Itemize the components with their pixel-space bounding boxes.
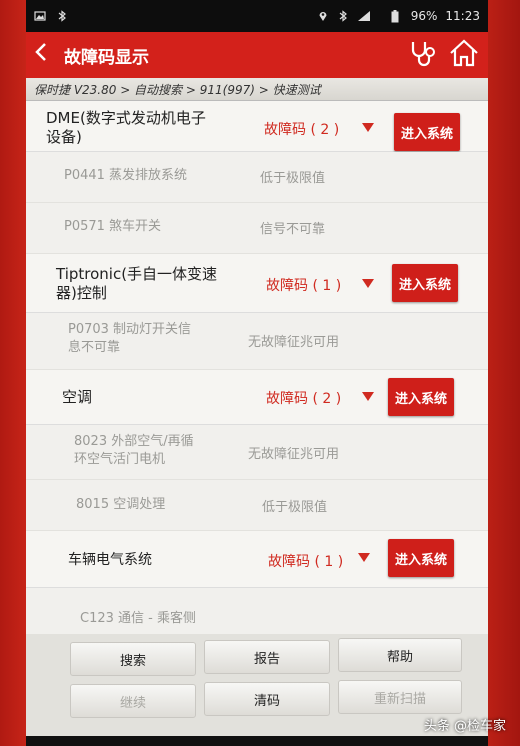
system-name: 空调 — [62, 388, 93, 406]
system-row-tiptronic: Tiptronic(手自一体变速 器)控制 故障码 ( 1 ) 进入系统 — [26, 254, 488, 313]
fault-code-row: P0441 蒸发排放系统 低于极限值 — [26, 152, 488, 203]
fault-status: 无故障征兆可用 — [248, 447, 340, 462]
signal-icon — [357, 10, 370, 22]
fault-count: 故障码 ( 2 ) — [266, 391, 342, 407]
dropdown-arrow-icon[interactable] — [358, 553, 370, 562]
android-nav-bar — [26, 736, 488, 746]
dropdown-arrow-icon[interactable] — [362, 123, 374, 132]
screen: 96% 11:23 故障码显示 保时捷 V23.80 > 自动搜索 > 911(… — [26, 0, 488, 746]
system-row-vehicle-electrical: 车辆电气系统 故障码 ( 1 ) 进入系统 — [26, 531, 488, 588]
dropdown-arrow-icon[interactable] — [362, 392, 374, 401]
fault-code-row: 8023 外部空气/再循 环空气活门电机 无故障征兆可用 — [26, 425, 488, 480]
bottom-toolbar: 搜索 报告 帮助 继续 清码 重新扫描 — [26, 634, 488, 746]
fault-code-row: 8015 空调处理 低于极限值 — [26, 480, 488, 531]
breadcrumb: 保时捷 V23.80 > 自动搜索 > 911(997) > 快速测试 — [26, 78, 488, 101]
arrow-left-icon[interactable] — [34, 42, 58, 68]
fault-code-row: C123 通信 - 乘客侧 — [26, 588, 488, 634]
enter-system-button[interactable]: 进入系统 — [392, 264, 458, 302]
fault-count: 故障码 ( 1 ) — [266, 278, 342, 294]
system-row-air-conditioning: 空调 故障码 ( 2 ) 进入系统 — [26, 370, 488, 425]
fault-count: 故障码 ( 2 ) — [264, 122, 340, 138]
clear-codes-button[interactable]: 清码 — [204, 682, 330, 716]
fault-code: C123 通信 - 乘客侧 — [80, 611, 196, 626]
enter-system-button[interactable]: 进入系统 — [388, 539, 454, 577]
fault-code: P0703 制动灯开关信 息不可靠 — [68, 322, 192, 355]
bluetooth-icon — [337, 10, 349, 22]
enter-system-button[interactable]: 进入系统 — [394, 113, 460, 151]
fault-code: 8023 外部空气/再循 环空气活门电机 — [74, 434, 194, 467]
clock: 11:23 — [445, 9, 480, 23]
fault-code-row: P0571 煞车开关 信号不可靠 — [26, 203, 488, 254]
page-title: 故障码显示 — [64, 47, 149, 68]
fault-list: DME(数字式发动机电子 设备) 故障码 ( 2 ) 进入系统 P0441 蒸发… — [26, 101, 488, 634]
battery-icon — [391, 10, 403, 23]
home-icon[interactable] — [448, 38, 480, 72]
fault-code: P0441 蒸发排放系统 — [64, 168, 188, 183]
title-bar: 故障码显示 — [26, 32, 488, 78]
system-name: Tiptronic(手自一体变速 器)控制 — [56, 265, 218, 302]
fault-count: 故障码 ( 1 ) — [268, 554, 344, 570]
help-button[interactable]: 帮助 — [338, 638, 462, 672]
search-button[interactable]: 搜索 — [70, 642, 196, 676]
dropdown-arrow-icon[interactable] — [362, 279, 374, 288]
rescan-button[interactable]: 重新扫描 — [338, 680, 462, 714]
battery-percent: 96% — [410, 9, 438, 23]
fault-code: 8015 空调处理 — [76, 497, 166, 512]
status-bar: 96% 11:23 — [26, 0, 488, 32]
fault-code: P0571 煞车开关 — [64, 219, 162, 234]
fault-status: 低于极限值 — [260, 171, 326, 186]
bluetooth-icon — [56, 10, 68, 22]
continue-button[interactable]: 继续 — [70, 684, 196, 718]
enter-system-button[interactable]: 进入系统 — [388, 378, 454, 416]
stethoscope-icon[interactable] — [408, 38, 438, 72]
fault-code-row: P0703 制动灯开关信 息不可靠 无故障征兆可用 — [26, 313, 488, 370]
watermark: 头条 @检车家 — [423, 719, 506, 734]
fault-status: 信号不可靠 — [260, 222, 326, 237]
system-name: DME(数字式发动机电子 设备) — [46, 109, 206, 146]
location-icon — [317, 10, 329, 22]
system-name: 车辆电气系统 — [68, 552, 152, 568]
system-row-dme: DME(数字式发动机电子 设备) 故障码 ( 2 ) 进入系统 — [26, 101, 488, 152]
report-button[interactable]: 报告 — [204, 640, 330, 674]
fault-status: 低于极限值 — [262, 500, 328, 515]
image-icon — [34, 10, 46, 22]
fault-status: 无故障征兆可用 — [248, 335, 340, 350]
